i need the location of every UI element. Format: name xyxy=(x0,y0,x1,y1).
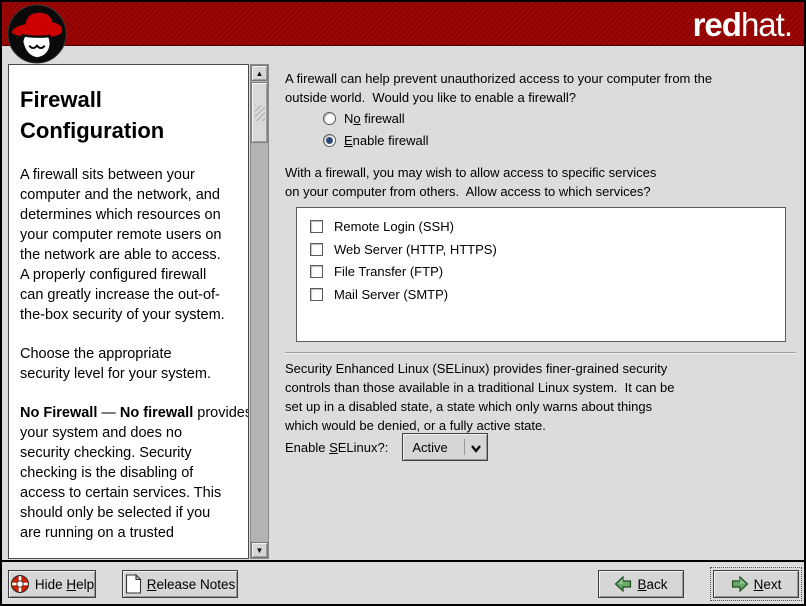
help-scrollbar[interactable]: ▲ ▼ xyxy=(250,64,269,559)
release-notes-button[interactable]: Release Notes xyxy=(122,570,238,598)
header-bar: redhat. xyxy=(2,2,804,46)
section-separator xyxy=(285,352,796,354)
footer-divider xyxy=(2,560,804,562)
back-button[interactable]: Back xyxy=(598,570,684,598)
no-firewall-term-2: No firewall xyxy=(120,405,193,421)
radio-no-firewall[interactable]: No firewall xyxy=(323,110,405,127)
lifebuoy-icon xyxy=(10,574,30,594)
service-label: File Transfer (FTP) xyxy=(334,264,443,279)
redhat-shadowman-logo-icon xyxy=(6,3,68,65)
firewall-intro-text: A firewall can help prevent unauthorized… xyxy=(285,69,712,107)
service-mail-server-smtp[interactable]: Mail Server (SMTP) xyxy=(310,286,448,302)
scroll-up-button[interactable]: ▲ xyxy=(251,65,268,81)
arrow-right-icon xyxy=(731,576,749,592)
dropdown-divider xyxy=(464,439,465,455)
next-label: Next xyxy=(754,577,782,592)
service-file-transfer-ftp[interactable]: File Transfer (FTP) xyxy=(310,263,443,279)
hide-help-label: Hide Help xyxy=(35,577,94,592)
no-firewall-term-1: No Firewall xyxy=(20,405,97,421)
service-label: Web Server (HTTP, HTTPS) xyxy=(334,242,497,257)
checkbox-icon[interactable] xyxy=(310,220,323,233)
scrollbar-thumb[interactable] xyxy=(251,82,268,143)
document-icon xyxy=(125,574,142,594)
checkbox-icon[interactable] xyxy=(310,288,323,301)
brand-bold: red xyxy=(693,6,741,43)
brand-light: hat. xyxy=(741,6,792,43)
services-list: Remote Login (SSH) Web Server (HTTP, HTT… xyxy=(296,207,786,342)
help-title: Firewall Configuration xyxy=(20,84,238,146)
selinux-dropdown-value: Active xyxy=(403,440,447,455)
release-notes-label: Release Notes xyxy=(147,577,236,592)
service-web-server[interactable]: Web Server (HTTP, HTTPS) xyxy=(310,241,497,257)
back-label: Back xyxy=(637,577,667,592)
service-label: Remote Login (SSH) xyxy=(334,219,454,234)
service-remote-login-ssh[interactable]: Remote Login (SSH) xyxy=(310,218,454,234)
radio-enable-firewall[interactable]: Enable firewall xyxy=(323,132,429,149)
hide-help-button[interactable]: Hide Help xyxy=(8,570,96,598)
redhat-wordmark: redhat. xyxy=(693,5,792,45)
help-paragraph-1: A firewall sits between your computer an… xyxy=(20,165,238,325)
help-paragraph-3: No Firewall — No firewall provides compl… xyxy=(20,403,238,543)
arrow-left-icon xyxy=(614,576,632,592)
scroll-down-icon: ▼ xyxy=(256,546,264,555)
help-paragraph-2: Choose the appropriate security level fo… xyxy=(20,344,238,384)
checkbox-icon[interactable] xyxy=(310,265,323,278)
services-intro-text: With a firewall, you may wish to allow a… xyxy=(285,163,656,201)
radio-button-icon[interactable] xyxy=(323,112,336,125)
help-panel: Firewall Configuration A firewall sits b… xyxy=(8,64,249,559)
radio-button-selected-icon[interactable] xyxy=(323,134,336,147)
checkbox-icon[interactable] xyxy=(310,243,323,256)
selinux-label: Enable SELinux?: xyxy=(285,440,388,455)
dash: — xyxy=(97,405,120,421)
scrollbar-grip xyxy=(255,105,265,121)
chevron-down-icon xyxy=(470,443,482,453)
selinux-description-text: Security Enhanced Linux (SELinux) provid… xyxy=(285,359,675,435)
next-button[interactable]: Next xyxy=(713,570,799,598)
service-label: Mail Server (SMTP) xyxy=(334,287,448,302)
selinux-dropdown[interactable]: Active xyxy=(402,433,488,461)
selinux-setting-row: Enable SELinux?: Active xyxy=(285,433,488,461)
radio-no-firewall-label: No firewall xyxy=(344,111,405,126)
installer-window: redhat. Firewall Configuration A firewal… xyxy=(0,0,806,606)
scroll-down-button[interactable]: ▼ xyxy=(251,542,268,558)
no-firewall-description: provides complete access to your system … xyxy=(20,405,249,541)
scroll-up-icon: ▲ xyxy=(256,69,264,78)
radio-enable-firewall-label: Enable firewall xyxy=(344,133,429,148)
